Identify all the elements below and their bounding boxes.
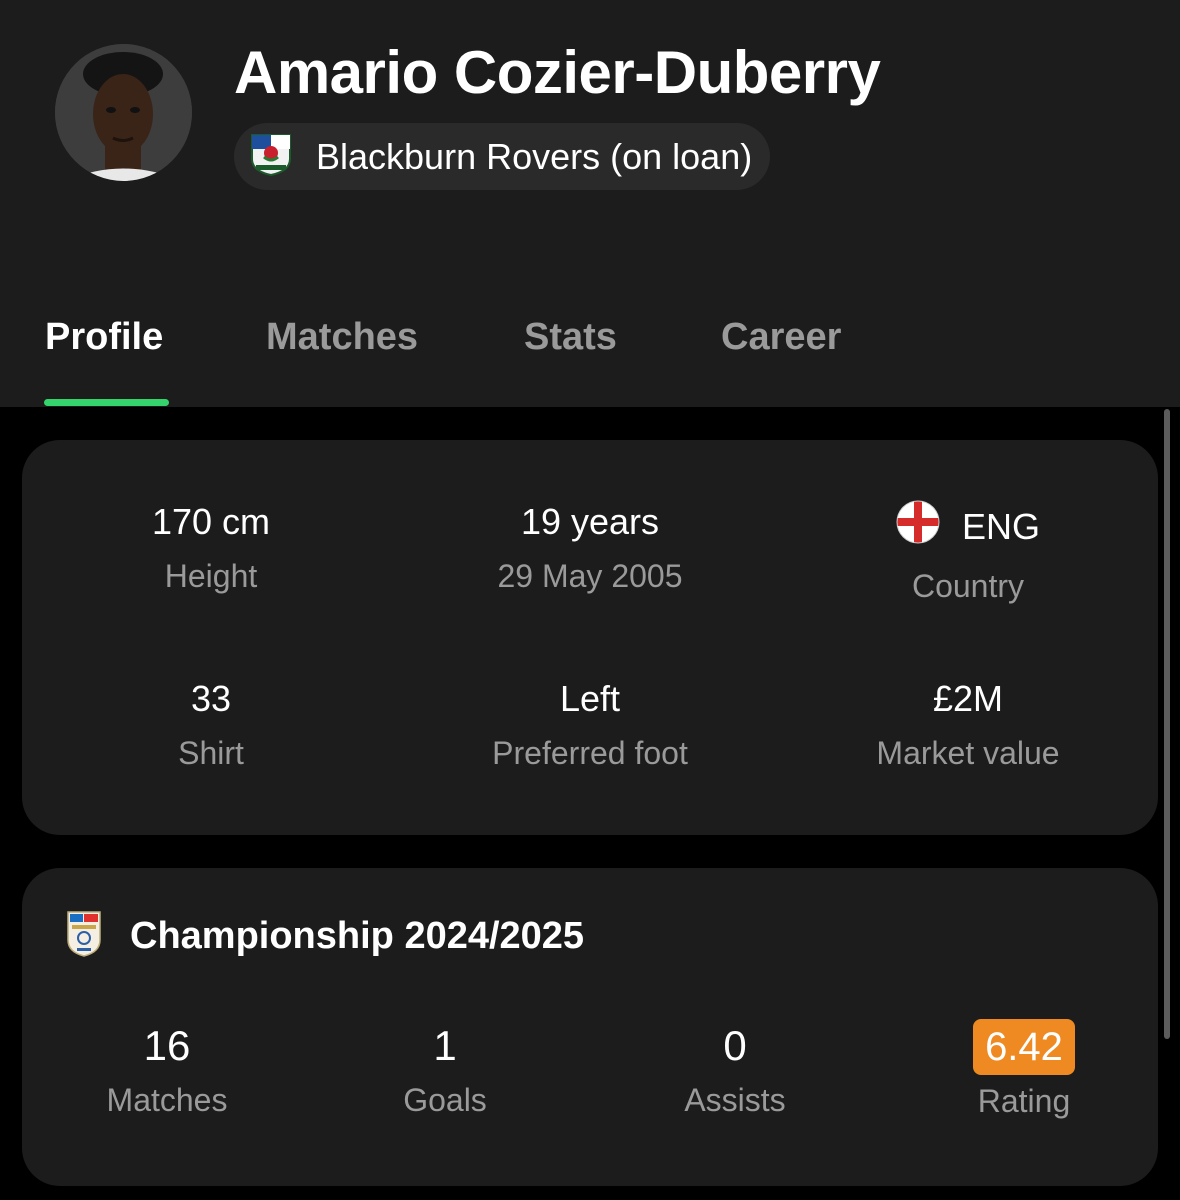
birth-date-label: 29 May 2005	[497, 558, 683, 594]
efl-championship-logo-icon	[66, 910, 102, 963]
player-name: Amario Cozier-Duberry	[234, 39, 881, 106]
assists-stat: 0 Assists	[590, 1018, 880, 1119]
rating-stat: 6.42 Rating	[879, 1018, 1169, 1120]
player-header: Amario Cozier-Duberry Blackburn Rovers (…	[0, 0, 1180, 407]
shirt-value: 33	[190, 678, 232, 719]
matches-label: Matches	[106, 1082, 228, 1118]
height-label: Height	[164, 558, 258, 594]
market-value-label: Market value	[876, 735, 1060, 771]
assists-label: Assists	[684, 1082, 786, 1118]
market-value: £2M	[932, 678, 1004, 719]
season-title: Championship 2024/2025	[130, 915, 585, 957]
country-label: Country	[911, 568, 1025, 604]
blackburn-rovers-crest-icon	[248, 131, 294, 182]
assists-value: 0	[723, 1022, 747, 1069]
preferred-foot-label: Preferred foot	[492, 735, 688, 771]
preferred-foot-value: Left	[559, 678, 621, 719]
goals-label: Goals	[403, 1082, 487, 1118]
goals-stat: 1 Goals	[300, 1018, 590, 1119]
player-avatar	[55, 44, 192, 181]
age-cell: 19 years 29 May 2005	[401, 500, 779, 596]
shirt-label: Shirt	[178, 735, 244, 771]
season-header[interactable]: Championship 2024/2025	[66, 910, 584, 963]
height-cell: 170 cm Height	[22, 500, 400, 596]
tab-matches[interactable]: Matches	[266, 316, 418, 359]
profile-info-card: 170 cm Height 19 years 29 May 2005 ENG C…	[22, 440, 1158, 835]
tab-stats[interactable]: Stats	[524, 316, 617, 359]
height-value: 170 cm	[151, 501, 271, 542]
england-flag-icon	[896, 500, 940, 554]
tab-bar: Profile Matches Stats Career	[0, 300, 1180, 407]
tab-career[interactable]: Career	[721, 316, 841, 359]
country-cell[interactable]: ENG Country	[779, 500, 1157, 606]
matches-value: 16	[143, 1022, 191, 1069]
rating-badge: 6.42	[973, 1019, 1075, 1075]
preferred-foot-cell: Left Preferred foot	[401, 677, 779, 773]
tab-profile[interactable]: Profile	[45, 316, 163, 359]
rating-label: Rating	[977, 1083, 1071, 1119]
shirt-cell: 33 Shirt	[22, 677, 400, 773]
scrollbar[interactable]	[1164, 409, 1170, 1039]
market-value-cell[interactable]: £2M Market value	[779, 677, 1157, 773]
age-value: 19 years	[520, 501, 660, 542]
country-value: ENG	[961, 506, 1040, 547]
goals-value: 1	[433, 1022, 457, 1069]
club-pill[interactable]: Blackburn Rovers (on loan)	[234, 123, 771, 190]
matches-stat: 16 Matches	[22, 1018, 312, 1119]
season-stats-card[interactable]: Championship 2024/2025 16 Matches 1 Goal…	[22, 868, 1158, 1186]
club-name: Blackburn Rovers (on loan)	[316, 135, 753, 177]
active-tab-indicator	[44, 399, 169, 406]
